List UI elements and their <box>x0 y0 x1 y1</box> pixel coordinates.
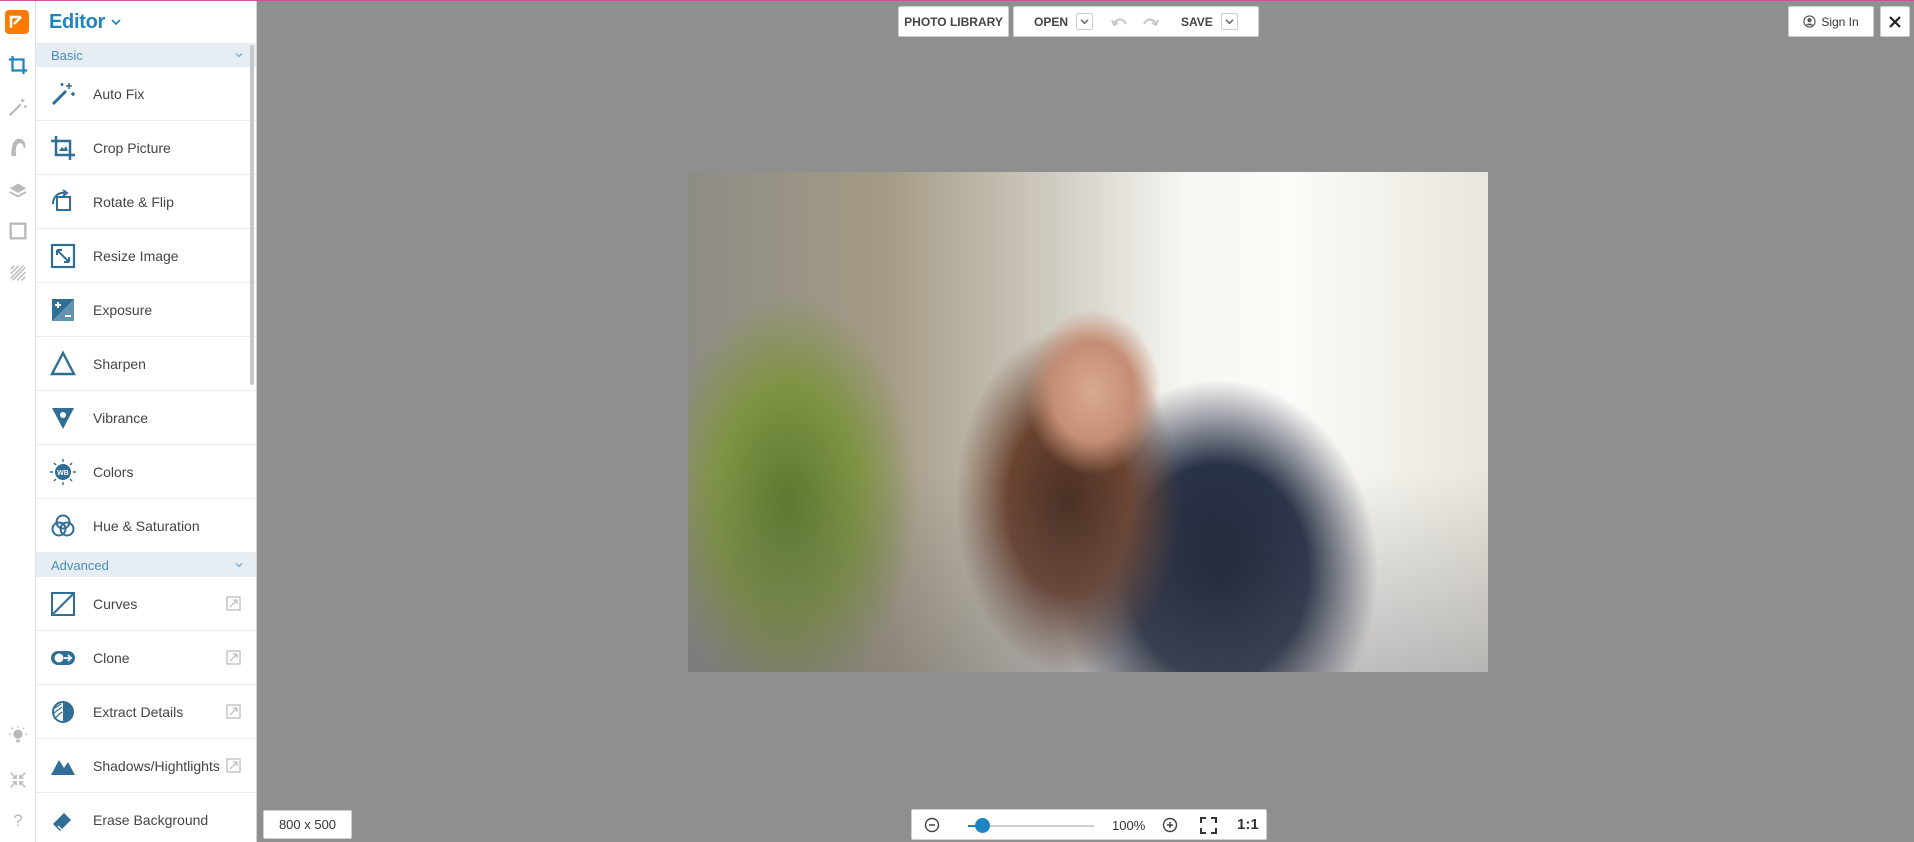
layers-icon[interactable] <box>6 179 30 203</box>
chevron-down-icon <box>1225 19 1234 25</box>
save-button[interactable]: SAVE <box>1181 15 1213 29</box>
triangle-icon <box>46 347 80 381</box>
tool-hue-saturation[interactable]: Hue & Saturation <box>36 499 256 553</box>
tool-resize-image[interactable]: Resize Image <box>36 229 256 283</box>
resize-icon <box>46 239 80 273</box>
panel-header[interactable]: Editor <box>36 1 256 43</box>
tool-label: Crop Picture <box>93 139 171 156</box>
lightbulb-icon[interactable] <box>6 723 30 747</box>
photo-library-button[interactable]: PHOTO LIBRARY <box>898 6 1009 37</box>
open-dropdown-button[interactable] <box>1076 13 1094 30</box>
app-logo-icon[interactable] <box>5 10 29 34</box>
premium-icon <box>226 596 241 611</box>
zoom-toolbar: 100% 1:1 <box>911 809 1267 840</box>
redo-icon[interactable] <box>1141 15 1159 29</box>
actual-size-button[interactable]: 1:1 <box>1237 816 1259 833</box>
curves-icon <box>46 587 80 621</box>
tool-erase-background[interactable]: Erase Background <box>36 793 256 842</box>
tool-vibrance[interactable]: Vibrance <box>36 391 256 445</box>
premium-icon <box>226 650 241 665</box>
chevron-down-icon <box>1080 19 1089 25</box>
portrait-icon[interactable] <box>6 135 30 159</box>
tool-label: Clone <box>93 649 130 666</box>
tool-label: Exposure <box>93 301 153 318</box>
section-basic[interactable]: Basic <box>36 43 256 67</box>
panel-title: Editor <box>49 10 105 33</box>
zoom-in-icon[interactable] <box>1162 817 1178 833</box>
tool-label: Curves <box>93 595 138 612</box>
half-circle-icon <box>46 695 80 729</box>
undo-icon[interactable] <box>1111 15 1129 29</box>
zoom-slider-thumb[interactable] <box>975 818 990 833</box>
magic-wand-icon[interactable] <box>6 95 30 119</box>
chevron-down-icon <box>111 19 121 26</box>
section-advanced[interactable]: Advanced <box>36 553 256 577</box>
photo-library-label: PHOTO LIBRARY <box>904 14 1003 29</box>
tool-sharpen[interactable]: Sharpen <box>36 337 256 391</box>
tool-label: Extract Details <box>93 703 184 720</box>
clone-icon <box>46 641 80 675</box>
exposure-icon <box>46 293 80 327</box>
mountains-icon <box>46 749 80 783</box>
tool-label: Auto Fix <box>93 85 145 102</box>
white-balance-icon: WB <box>46 455 80 489</box>
file-toolbar: OPEN SAVE <box>1013 6 1259 37</box>
tool-label: Rotate & Flip <box>93 193 174 210</box>
image-dimensions: 800 x 500 <box>263 810 352 839</box>
sign-in-button[interactable]: Sign In <box>1788 6 1874 37</box>
frame-icon[interactable] <box>6 219 30 243</box>
rotate-icon <box>46 185 80 219</box>
tool-shadows-highlights[interactable]: Shadows/Hightlights <box>36 739 256 793</box>
tool-label: Resize Image <box>93 247 179 264</box>
close-icon <box>1889 15 1901 28</box>
zoom-percent: 100% <box>1112 818 1146 833</box>
tool-clone[interactable]: Clone <box>36 631 256 685</box>
color-circles-icon <box>46 509 80 543</box>
tool-label: Hue & Saturation <box>93 517 200 534</box>
tool-panel: Editor Basic Auto Fix Crop Picture Rotat… <box>36 1 257 842</box>
section-label: Advanced <box>51 557 109 573</box>
premium-icon <box>226 758 241 773</box>
tool-curves[interactable]: Curves <box>36 577 256 631</box>
section-label: Basic <box>51 47 83 63</box>
tool-label: Shadows/Hightlights <box>93 757 220 774</box>
fullscreen-exit-icon[interactable] <box>6 768 30 792</box>
open-button[interactable]: OPEN <box>1034 15 1068 29</box>
tool-label: Vibrance <box>93 409 149 426</box>
vibrance-icon <box>46 401 80 435</box>
zoom-out-icon[interactable] <box>924 817 940 833</box>
save-dropdown-button[interactable] <box>1220 13 1238 30</box>
fit-screen-icon[interactable] <box>1200 817 1217 834</box>
crop-tool-icon[interactable] <box>6 53 30 77</box>
tool-rotate-flip[interactable]: Rotate & Flip <box>36 175 256 229</box>
tool-colors[interactable]: WB Colors <box>36 445 256 499</box>
tool-crop-picture[interactable]: Crop Picture <box>36 121 256 175</box>
tool-exposure[interactable]: Exposure <box>36 283 256 337</box>
tool-extract-details[interactable]: Extract Details <box>36 685 256 739</box>
tool-label: Sharpen <box>93 355 146 372</box>
chevron-down-icon <box>235 563 243 568</box>
help-icon[interactable]: ? <box>6 809 30 833</box>
eraser-icon <box>46 803 80 837</box>
tool-label: Colors <box>93 463 134 480</box>
texture-icon[interactable] <box>6 261 30 285</box>
photo-canvas[interactable] <box>688 172 1488 672</box>
chevron-down-icon <box>235 53 243 58</box>
tool-rail: ? <box>0 1 36 842</box>
panel-scrollbar[interactable] <box>250 45 254 385</box>
tool-auto-fix[interactable]: Auto Fix <box>36 67 256 121</box>
close-button[interactable] <box>1880 6 1910 37</box>
crop-icon <box>46 131 80 165</box>
sign-in-label: Sign In <box>1821 14 1859 29</box>
svg-text:WB: WB <box>57 470 69 477</box>
premium-icon <box>226 704 241 719</box>
magic-wand-icon <box>46 77 80 111</box>
tool-label: Erase Background <box>93 811 209 828</box>
user-icon <box>1803 15 1816 28</box>
